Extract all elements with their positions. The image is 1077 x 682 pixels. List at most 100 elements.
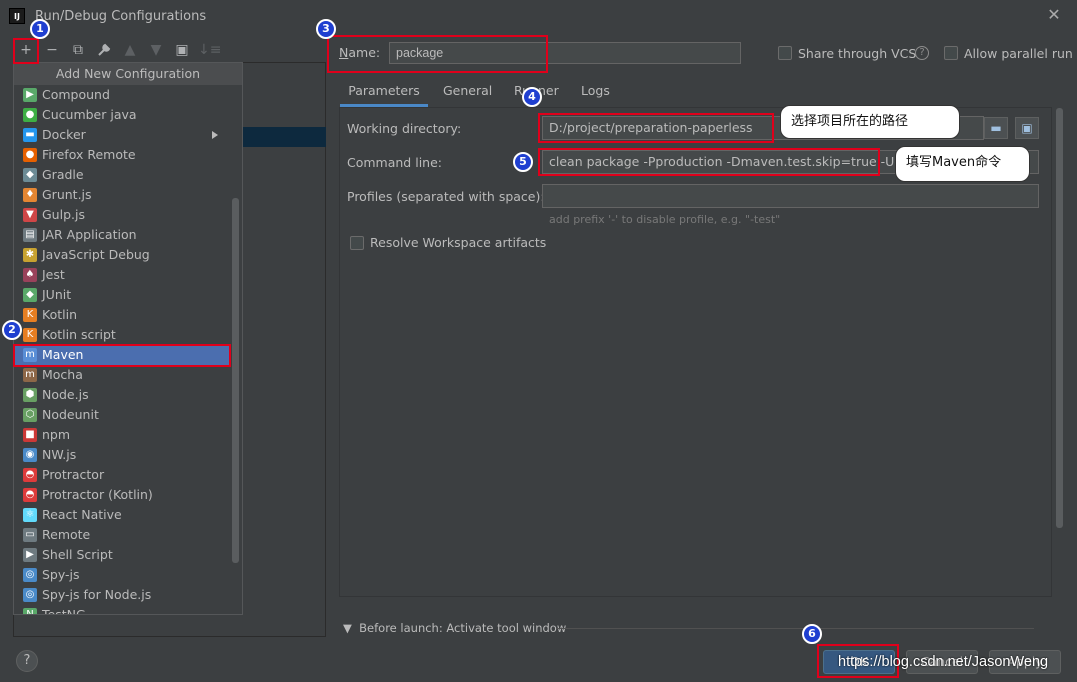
config-type-docker[interactable]: ▬ Docker xyxy=(14,125,230,145)
before-launch-divider xyxy=(556,628,1034,629)
macro-folder-icon[interactable]: ▣ xyxy=(1015,117,1039,139)
nodeunit-icon: ⬡ xyxy=(23,408,37,422)
config-type-label: Mocha xyxy=(42,367,83,382)
config-type-cucumber-java[interactable]: ● Cucumber java xyxy=(14,105,230,125)
config-type-mocha[interactable]: m Mocha xyxy=(14,365,230,385)
config-type-junit[interactable]: ◆ JUnit xyxy=(14,285,230,305)
kotlin-script-icon: K xyxy=(23,328,37,342)
config-type-npm[interactable]: ■ npm xyxy=(14,425,230,445)
tab-parameters[interactable]: Parameters xyxy=(340,83,428,107)
config-type-label: Nodeunit xyxy=(42,407,99,422)
panel-scrollbar[interactable] xyxy=(1056,108,1063,528)
config-type-node-js[interactable]: ⬢ Node.js xyxy=(14,385,230,405)
config-type-gradle[interactable]: ◆ Gradle xyxy=(14,165,230,185)
profiles-input[interactable] xyxy=(542,184,1039,208)
config-type-label: Remote xyxy=(42,527,91,542)
spyjs-icon: ◎ xyxy=(23,568,37,582)
close-icon[interactable]: ✕ xyxy=(1044,5,1064,25)
jar-icon: ▤ xyxy=(23,228,37,242)
intellij-icon: IJ xyxy=(9,8,25,24)
command-line-label: Command line: xyxy=(347,155,442,170)
remove-configuration-button[interactable]: − xyxy=(42,40,62,60)
config-type-label: Cucumber java xyxy=(42,107,137,122)
config-type-protractor[interactable]: ◓ Protractor xyxy=(14,465,230,485)
popup-scrollbar[interactable] xyxy=(232,198,239,563)
tab-general[interactable]: General xyxy=(443,83,492,107)
allow-parallel-checkbox[interactable] xyxy=(944,46,958,60)
config-type-label: Protractor xyxy=(42,467,105,482)
firefox-icon: ● xyxy=(23,148,37,162)
folder-icon[interactable]: ▣ xyxy=(172,40,192,60)
sort-icon[interactable]: ↓≡ xyxy=(198,40,221,60)
config-type-gulp-js[interactable]: ▼ Gulp.js xyxy=(14,205,230,225)
window-title: Run/Debug Configurations xyxy=(35,9,207,24)
remote-icon: ▭ xyxy=(23,528,37,542)
jest-icon: ♠ xyxy=(23,268,37,282)
profiles-hint: add prefix '-' to disable profile, e.g. … xyxy=(549,213,781,226)
kotlin-icon: K xyxy=(23,308,37,322)
config-type-nodeunit[interactable]: ⬡ Nodeunit xyxy=(14,405,230,425)
config-type-firefox-remote[interactable]: ● Firefox Remote xyxy=(14,145,230,165)
move-down-icon[interactable]: ▼ xyxy=(146,40,166,60)
config-type-label: JUnit xyxy=(42,287,72,302)
config-type-remote[interactable]: ▭ Remote xyxy=(14,525,230,545)
highlight-name xyxy=(327,35,548,73)
config-type-jest[interactable]: ♠ Jest xyxy=(14,265,230,285)
submenu-arrow-icon xyxy=(212,131,218,139)
nwjs-icon: ◉ xyxy=(23,448,37,462)
config-type-kotlin[interactable]: K Kotlin xyxy=(14,305,230,325)
popup-title: Add New Configuration xyxy=(14,63,242,85)
highlight-maven xyxy=(13,344,231,367)
config-type-protractor-kotlin[interactable]: ◓ Protractor (Kotlin) xyxy=(14,485,230,505)
step-badge-2: 2 xyxy=(2,320,22,340)
cucumber-icon: ● xyxy=(23,108,37,122)
config-type-shell-script[interactable]: ▶ Shell Script xyxy=(14,545,230,565)
before-launch-label: Before launch: Activate tool window xyxy=(359,621,567,635)
step-badge-6: 6 xyxy=(802,624,822,644)
before-launch-toggle[interactable]: ▼ Before launch: Activate tool window xyxy=(343,621,566,635)
tree-selected-row[interactable] xyxy=(243,127,326,147)
step-badge-4: 4 xyxy=(522,87,542,107)
help-button[interactable]: ? xyxy=(16,650,38,672)
wrench-icon[interactable] xyxy=(94,40,114,60)
config-type-label: TestNG xyxy=(42,607,86,615)
config-type-label: Compound xyxy=(42,87,110,102)
profiles-label: Profiles (separated with space): xyxy=(347,189,545,204)
grunt-icon: ♦ xyxy=(23,188,37,202)
shell-icon: ▶ xyxy=(23,548,37,562)
config-type-label: React Native xyxy=(42,507,122,522)
config-type-kotlin-script[interactable]: K Kotlin script xyxy=(14,325,230,345)
highlight-add xyxy=(13,38,39,64)
config-type-react-native[interactable]: ⚛ React Native xyxy=(14,505,230,525)
help-icon[interactable]: ? xyxy=(915,46,929,60)
tab-logs[interactable]: Logs xyxy=(581,83,610,107)
highlight-command-line xyxy=(538,148,880,176)
compound-icon: ▶ xyxy=(23,88,37,102)
config-type-jar-application[interactable]: ▤ JAR Application xyxy=(14,225,230,245)
config-type-label: Gradle xyxy=(42,167,84,182)
callout-command-line: 填写Maven命令 xyxy=(895,146,1030,182)
config-type-label: Spy-js xyxy=(42,567,80,582)
resolve-workspace-checkbox[interactable] xyxy=(350,236,364,250)
config-type-javascript-debug[interactable]: ✱ JavaScript Debug xyxy=(14,245,230,265)
protractor-kotlin-icon: ◓ xyxy=(23,488,37,502)
move-up-icon[interactable]: ▲ xyxy=(120,40,140,60)
browse-folder-icon[interactable]: ▬ xyxy=(984,117,1008,139)
share-vcs-checkbox[interactable] xyxy=(778,46,792,60)
working-directory-label: Working directory: xyxy=(347,121,462,136)
share-vcs-label: Share through VCS xyxy=(798,46,917,61)
config-type-spy-js-for-node-js[interactable]: ◎ Spy-js for Node.js xyxy=(14,585,230,605)
config-type-compound[interactable]: ▶ Compound xyxy=(14,85,230,105)
config-type-label: Firefox Remote xyxy=(42,147,136,162)
config-type-label: NW.js xyxy=(42,447,77,462)
config-type-label: JAR Application xyxy=(42,227,137,242)
config-type-label: Kotlin xyxy=(42,307,77,322)
copy-icon[interactable]: ⧉ xyxy=(68,40,88,60)
config-type-label: JavaScript Debug xyxy=(42,247,150,262)
config-type-grunt-js[interactable]: ♦ Grunt.js xyxy=(14,185,230,205)
protractor-icon: ◓ xyxy=(23,468,37,482)
config-type-nw-js[interactable]: ◉ NW.js xyxy=(14,445,230,465)
config-type-spy-js[interactable]: ◎ Spy-js xyxy=(14,565,230,585)
config-type-label: Spy-js for Node.js xyxy=(42,587,152,602)
config-type-testng[interactable]: N TestNG xyxy=(14,605,230,615)
